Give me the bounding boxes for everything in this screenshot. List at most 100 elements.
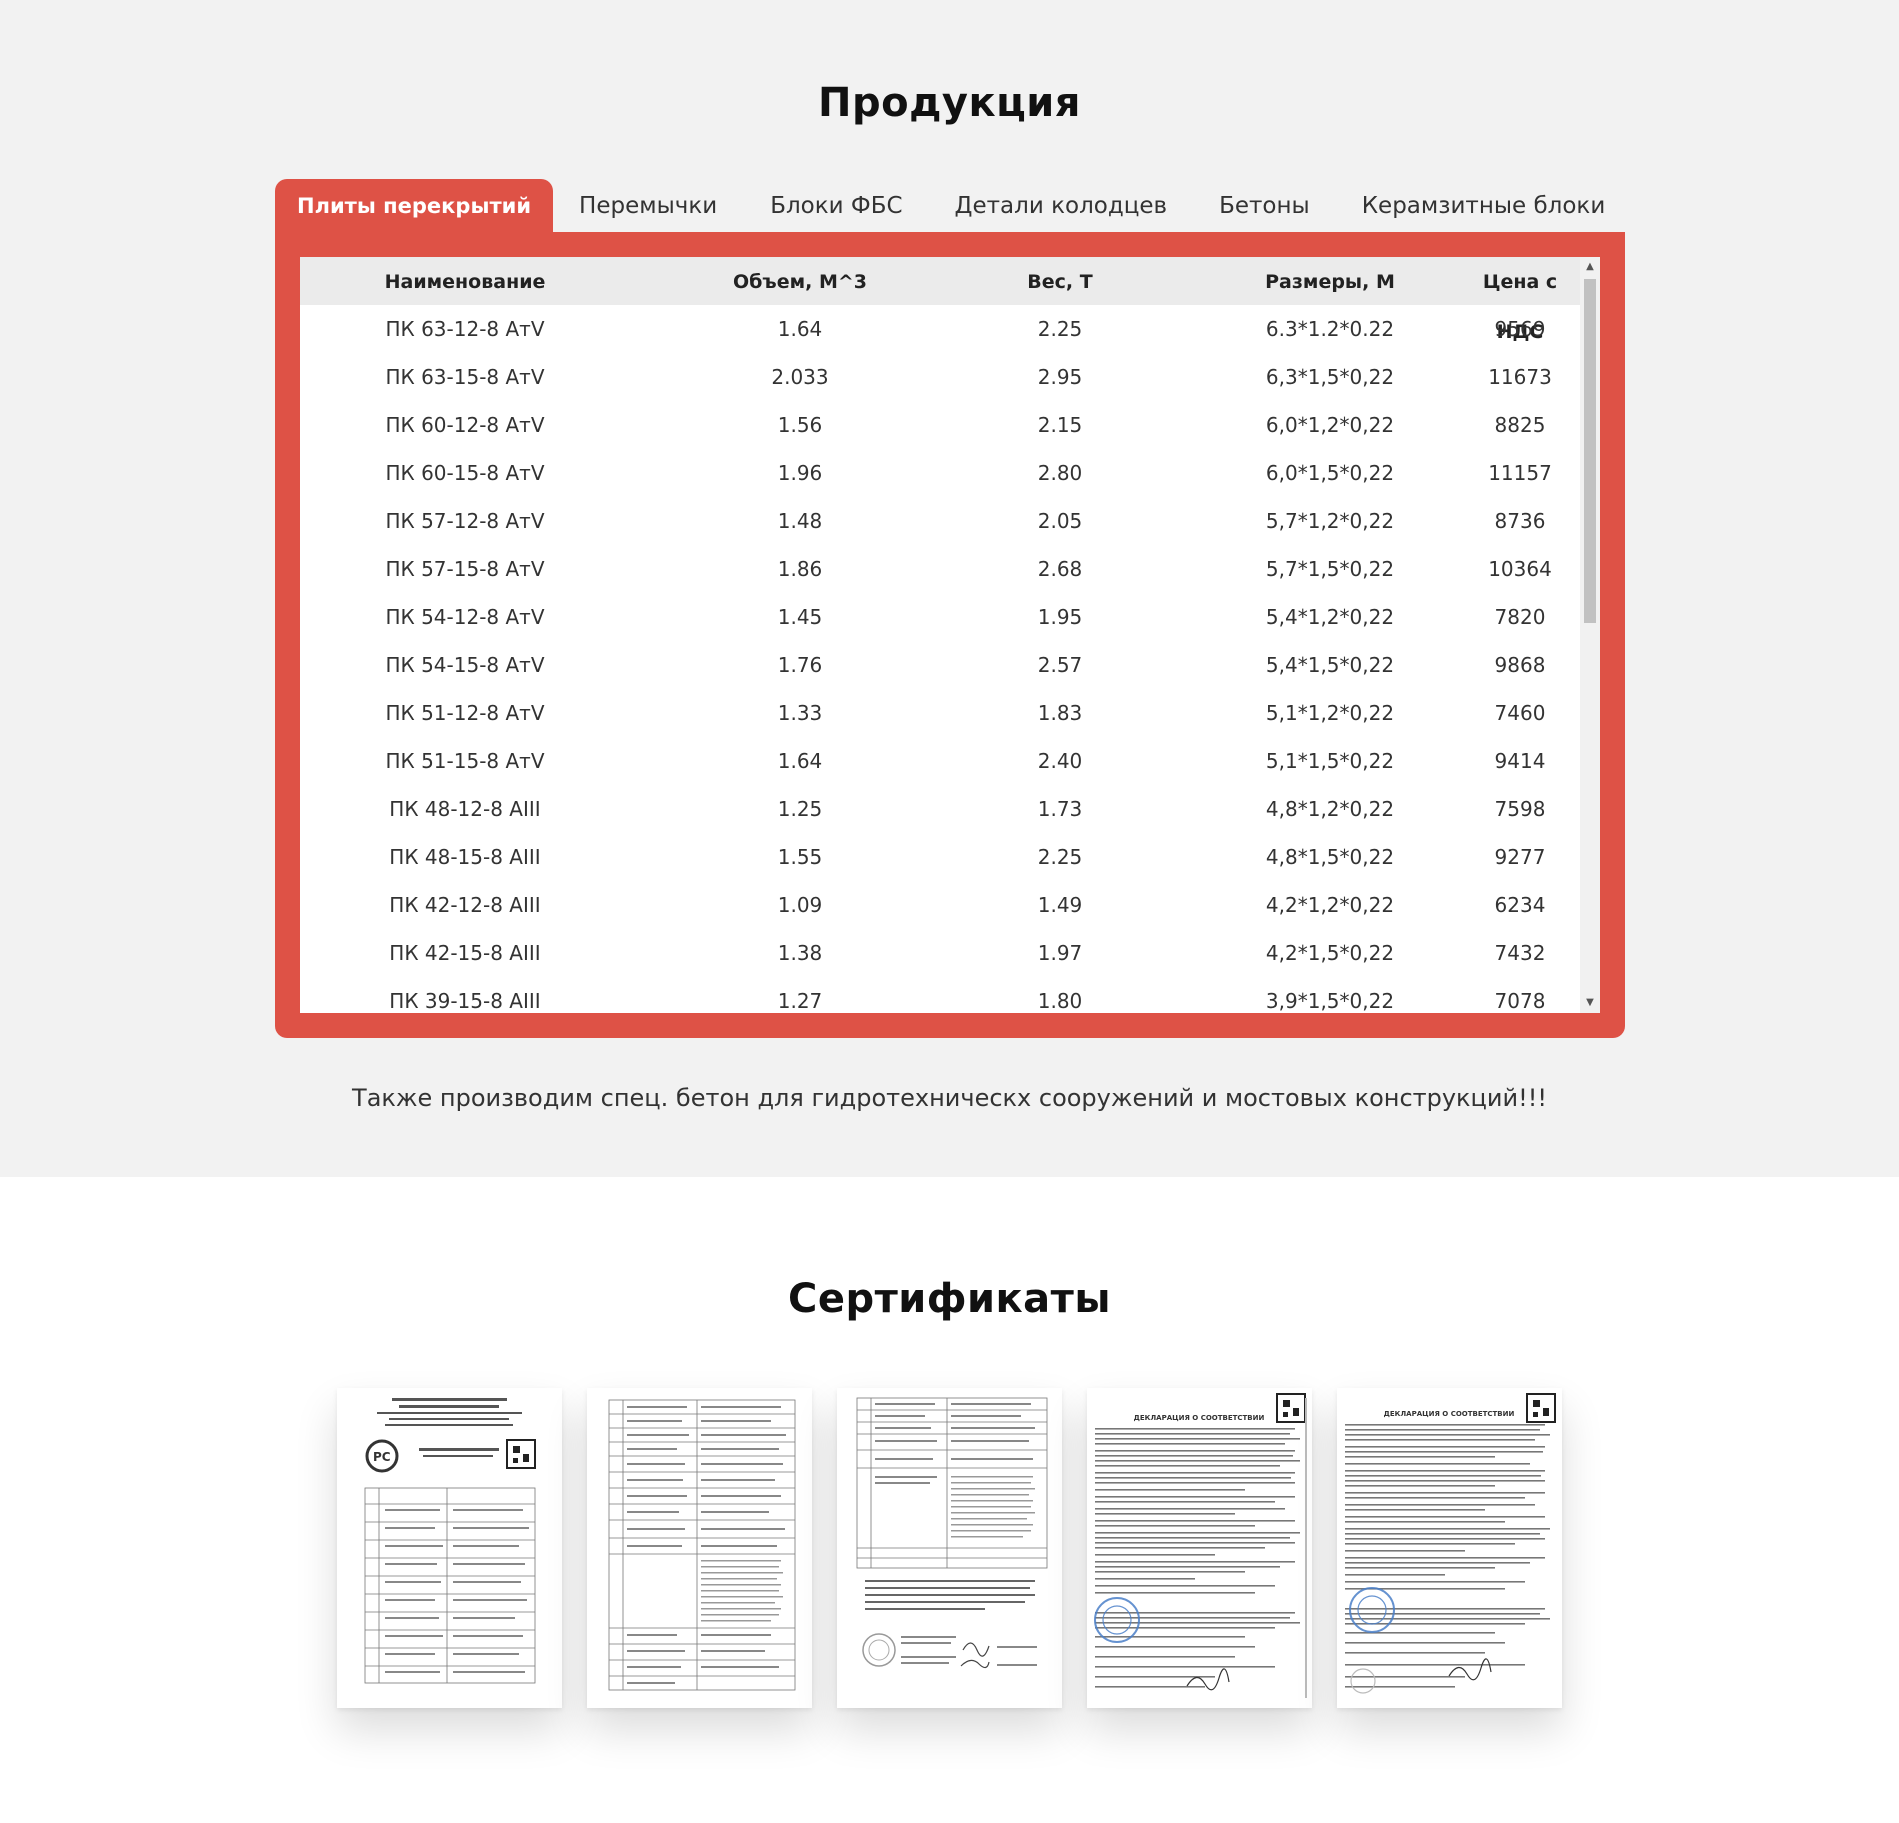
table-row: ПК 57-15-8 АтV 1.86 2.68 5,7*1,5*0,22 10364	[300, 545, 1580, 593]
certificate-card-4[interactable]: ДЕКЛАРАЦИЯ О СООТВЕТСТВИИ	[1087, 1388, 1312, 1708]
cell-volume: 1.56	[777, 413, 823, 437]
table-row: ПК 54-12-8 АтV 1.45 1.95 5,4*1,2*0,22 7820	[300, 593, 1580, 641]
cell-volume: 1.45	[777, 605, 823, 629]
cell-weight: 1.95	[1037, 605, 1083, 629]
table-row: ПК 42-12-8 АIII 1.09 1.49 4,2*1,2*0,22 6234	[300, 881, 1580, 929]
cell-price: 7432	[1494, 941, 1546, 965]
cell-price: 9569	[1494, 317, 1546, 341]
cell-price: 11157	[1488, 461, 1552, 485]
cell-name: ПК 48-15-8 АIII	[389, 845, 541, 869]
cell-dimensions: 5,4*1,5*0,22	[1265, 653, 1395, 677]
table-row: ПК 54-15-8 АтV 1.76 2.57 5,4*1,5*0,22 9868	[300, 641, 1580, 689]
products-table[interactable]: Наименование Объем, М^3 Вес, Т Размеры, …	[300, 257, 1600, 1013]
cell-volume: 1.25	[777, 797, 823, 821]
table-row: ПК 42-15-8 АIII 1.38 1.97 4,2*1,5*0,22 7432	[300, 929, 1580, 977]
cell-price: 8825	[1494, 413, 1546, 437]
cell-price: 7598	[1494, 797, 1546, 821]
table-row: ПК 57-12-8 АтV 1.48 2.05 5,7*1,2*0,22 8736	[300, 497, 1580, 545]
svg-text:PC: PC	[373, 1450, 391, 1464]
cell-weight: 2.40	[1037, 749, 1083, 773]
tab-well-parts[interactable]: Детали колодцев	[929, 179, 1194, 232]
tab-lintels[interactable]: Перемычки	[553, 179, 743, 232]
cell-name: ПК 48-12-8 АIII	[389, 797, 541, 821]
triangle-up-icon[interactable]: ▲	[1580, 257, 1600, 277]
cell-dimensions: 4,8*1,5*0,22	[1265, 845, 1395, 869]
certificate-document-image	[608, 1399, 796, 1691]
cell-name: ПК 42-12-8 АIII	[389, 893, 541, 917]
cell-volume: 1.55	[777, 845, 823, 869]
table-row: ПК 51-12-8 АтV 1.33 1.83 5,1*1,2*0,22 7460	[300, 689, 1580, 737]
table-header: Наименование Объем, М^3 Вес, Т Размеры, …	[300, 257, 1580, 343]
cell-name: ПК 60-15-8 АтV	[385, 461, 545, 485]
cell-name: ПК 60-12-8 АтV	[385, 413, 545, 437]
products-table-frame: Наименование Объем, М^3 Вес, Т Размеры, …	[275, 232, 1625, 1038]
cell-weight: 1.49	[1037, 893, 1083, 917]
cell-dimensions: 4,2*1,2*0,22	[1265, 893, 1395, 917]
cell-volume: 1.96	[777, 461, 823, 485]
cell-dimensions: 4,2*1,5*0,22	[1265, 941, 1395, 965]
cell-dimensions: 5,7*1,2*0,22	[1265, 509, 1395, 533]
cell-volume: 1.64	[777, 749, 823, 773]
table-row: ПК 48-12-8 АIII 1.25 1.73 4,8*1,2*0,22 7598	[300, 785, 1580, 833]
cell-name: ПК 54-12-8 АтV	[385, 605, 545, 629]
cell-dimensions: 3,9*1,5*0,22	[1265, 989, 1395, 1013]
triangle-down-icon[interactable]: ▼	[1580, 993, 1600, 1013]
column-header-price: Цена с НДС	[1482, 271, 1558, 343]
products-title: Продукция	[818, 80, 1081, 126]
cell-price: 9868	[1494, 653, 1546, 677]
cell-weight: 1.97	[1037, 941, 1083, 965]
table-row: ПК 63-15-8 АтV 2.033 2.95 6,3*1,5*0,22 11673	[300, 353, 1580, 401]
cell-price: 7820	[1494, 605, 1546, 629]
table-row: ПК 63-12-8 АтV 1.64 2.25 6.3*1.2*0.22 9569	[300, 305, 1580, 353]
table-scrollbar[interactable]: ▲ ▼	[1580, 257, 1600, 1013]
cell-name: ПК 51-12-8 АтV	[385, 701, 545, 725]
certificate-card-1[interactable]: PC	[337, 1388, 562, 1708]
certificate-document-image	[856, 1397, 1048, 1669]
cell-dimensions: 5,1*1,2*0,22	[1265, 701, 1395, 725]
tab-expanded-clay-blocks[interactable]: Керамзитные блоки	[1336, 179, 1632, 232]
cell-weight: 1.83	[1037, 701, 1083, 725]
cell-name: ПК 57-12-8 АтV	[385, 509, 545, 533]
certificate-document-image: ДЕКЛАРАЦИЯ О СООТВЕТСТВИИ	[1345, 1393, 1556, 1694]
cell-dimensions: 6,0*1,5*0,22	[1265, 461, 1395, 485]
cell-weight: 2.15	[1037, 413, 1083, 437]
cell-dimensions: 6,3*1,5*0,22	[1265, 365, 1395, 389]
cell-volume: 1.86	[777, 557, 823, 581]
cell-price: 9277	[1494, 845, 1546, 869]
cell-weight: 2.57	[1037, 653, 1083, 677]
cell-price: 11673	[1488, 365, 1552, 389]
cell-weight: 2.25	[1037, 317, 1083, 341]
certificate-card-2[interactable]	[587, 1388, 812, 1708]
certificate-card-5[interactable]: ДЕКЛАРАЦИЯ О СООТВЕТСТВИИ	[1337, 1388, 1562, 1708]
cell-dimensions: 5,7*1,5*0,22	[1265, 557, 1395, 581]
table-row: ПК 48-15-8 АIII 1.55 2.25 4,8*1,5*0,22 9277	[300, 833, 1580, 881]
cell-volume: 1.33	[777, 701, 823, 725]
cell-price: 6234	[1494, 893, 1546, 917]
cell-weight: 2.05	[1037, 509, 1083, 533]
column-header-dimensions: Размеры, М	[1265, 271, 1395, 293]
certificate-document-image: PC	[364, 1398, 536, 1684]
tab-concretes[interactable]: Бетоны	[1193, 179, 1336, 232]
cell-volume: 1.76	[777, 653, 823, 677]
cell-name: ПК 63-15-8 АтV	[385, 365, 545, 389]
cell-weight: 1.73	[1037, 797, 1083, 821]
table-row: ПК 51-15-8 АтV 1.64 2.40 5,1*1,5*0,22 9414	[300, 737, 1580, 785]
table-row: ПК 39-15-8 АIII 1.27 1.80 3,9*1,5*0,22 7078	[300, 977, 1580, 1013]
column-header-volume: Объем, М^3	[733, 271, 867, 293]
cell-name: ПК 57-15-8 АтV	[385, 557, 545, 581]
certificate-card-3[interactable]	[837, 1388, 1062, 1708]
products-section: Продукция Плиты перекрытий Перемычки Бло…	[0, 0, 1899, 1177]
cell-weight: 2.25	[1037, 845, 1083, 869]
cell-volume: 2.033	[771, 365, 829, 389]
tab-floor-slabs[interactable]: Плиты перекрытий	[275, 179, 554, 232]
column-header-name: Наименование	[384, 271, 546, 293]
certificates-title: Сертификаты	[787, 1276, 1112, 1322]
certificates-gallery: PC ДЕКЛАРАЦИЯ О СООТВЕТСТВИИ ДЕКЛАРАЦИЯ …	[337, 1388, 1562, 1708]
table-row: ПК 60-12-8 АтV 1.56 2.15 6,0*1,2*0,22 8825	[300, 401, 1580, 449]
certificate-document-image: ДЕКЛАРАЦИЯ О СООТВЕТСТВИИ	[1094, 1393, 1307, 1698]
cell-name: ПК 39-15-8 АIII	[389, 989, 541, 1013]
cell-weight: 2.68	[1037, 557, 1083, 581]
cell-price: 9414	[1494, 749, 1546, 773]
scrollbar-thumb[interactable]	[1584, 279, 1596, 623]
tab-fbs-blocks[interactable]: Блоки ФБС	[743, 179, 928, 232]
